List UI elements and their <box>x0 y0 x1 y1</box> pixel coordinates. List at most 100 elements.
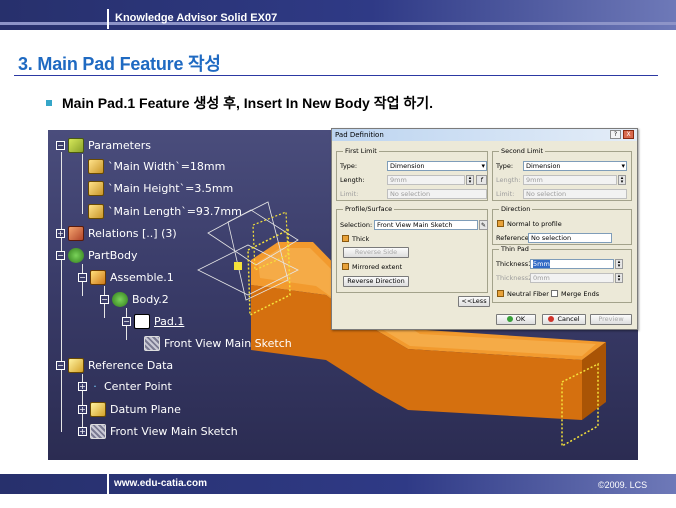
footer-copyright: ©2009. LCS <box>598 480 648 490</box>
tree-label: Parameters <box>88 139 151 152</box>
thickness1-spinner[interactable]: ▴ ▾ <box>615 259 623 269</box>
limit-label: Limit: <box>340 190 359 198</box>
merge-ends-checkbox[interactable] <box>551 290 558 297</box>
thin-pad-group: Thin Pad Thickness1: 5mm ▴ ▾ Thickness2: … <box>492 245 632 303</box>
tree-label: Body.2 <box>132 293 169 306</box>
dialog-title: Pad Definition <box>332 129 637 141</box>
slide-title: 3. Main Pad Feature 작성 <box>18 54 221 74</box>
tree-node-reference-data[interactable]: − Reference Data <box>56 358 173 373</box>
parameter-icon <box>88 181 104 196</box>
type-label: Type: <box>496 162 514 170</box>
cancel-label: Cancel <box>557 315 580 323</box>
thick-label: Thick <box>352 235 370 243</box>
thick-checkbox[interactable] <box>342 235 349 242</box>
first-limit-group: First Limit Type: Dimension Length: 9mm … <box>336 147 488 201</box>
expand-toggle[interactable]: + <box>78 382 87 391</box>
pad-icon <box>134 314 150 329</box>
tree-node-center-point[interactable]: + · Center Point <box>78 380 172 393</box>
ok-icon <box>506 316 513 322</box>
second-length-field[interactable]: 9mm <box>523 175 617 185</box>
tree-label: PartBody <box>88 249 138 262</box>
relations-icon <box>68 226 84 241</box>
tree-label: `Main Height`=3.5mm <box>108 182 234 195</box>
tree-node-pad1[interactable]: − Pad.1 <box>122 314 184 329</box>
group-label: Second Limit <box>499 147 546 155</box>
tree-node-datum-plane[interactable]: + Datum Plane <box>78 402 181 417</box>
first-length-spinner[interactable]: ▴ ▾ <box>466 175 474 185</box>
thickness2-spinner[interactable]: ▴ ▾ <box>615 273 623 283</box>
expand-toggle[interactable]: + <box>78 427 87 436</box>
header-divider <box>107 9 109 29</box>
expand-toggle[interactable]: + <box>78 405 87 414</box>
thickness1-value: 5mm <box>533 260 550 268</box>
header-bar: Knowledge Advisor Solid EX07 <box>0 0 676 30</box>
selection-label: Selection: <box>340 221 373 229</box>
pad-definition-dialog: Pad Definition ? X First Limit Type: Dim… <box>331 128 638 330</box>
group-label: Direction <box>499 205 533 213</box>
plane-icon <box>90 402 106 417</box>
formula-icon[interactable]: f <box>476 175 487 185</box>
reverse-direction-button[interactable]: Reverse Direction <box>343 276 409 287</box>
second-type-dropdown[interactable]: Dimension <box>523 161 627 171</box>
thickness2-field[interactable]: 0mm <box>530 273 614 283</box>
reverse-side-button[interactable]: Reverse Side <box>343 247 409 258</box>
tree-node-parameters[interactable]: − Parameters <box>56 138 151 153</box>
direction-reference-field[interactable]: No selection <box>528 233 612 243</box>
expand-toggle[interactable]: + <box>56 229 65 238</box>
tree-node-main-width[interactable]: `Main Width`=18mm <box>88 159 225 174</box>
tree-node-main-length[interactable]: `Main Length`=93.7mm <box>88 204 242 219</box>
first-length-field[interactable]: 9mm <box>387 175 465 185</box>
normal-to-profile-checkbox[interactable] <box>497 220 504 227</box>
group-label: Profile/Surface <box>343 205 395 213</box>
tree-node-partbody[interactable]: − PartBody <box>56 248 137 263</box>
profile-surface-group: Profile/Surface Selection: Front View Ma… <box>336 205 488 293</box>
tree-node-front-sketch-ref[interactable]: + Front View Main Sketch <box>78 424 238 439</box>
bullet-item: Main Pad.1 Feature 생성 후, Insert In New B… <box>46 93 433 113</box>
close-button[interactable]: X <box>623 130 634 139</box>
preview-button[interactable]: Preview <box>590 314 632 325</box>
tree-label: Datum Plane <box>110 403 181 416</box>
length-label: Length: <box>340 176 365 184</box>
ok-button[interactable]: OK <box>496 314 536 325</box>
tree-node-relations[interactable]: + Relations [..] (3) <box>56 226 177 241</box>
mirrored-extent-label: Mirrored extent <box>352 263 403 271</box>
neutral-fiber-checkbox[interactable] <box>497 290 504 297</box>
first-type-dropdown[interactable]: Dimension <box>387 161 487 171</box>
parameter-icon <box>88 159 104 174</box>
sketch-edit-icon[interactable]: ✎ <box>479 220 488 230</box>
second-limit-field[interactable]: No selection <box>523 189 627 199</box>
help-button[interactable]: ? <box>610 130 621 139</box>
point-icon: · <box>93 379 97 393</box>
tree-label: Center Point <box>104 380 172 393</box>
tree-node-main-height[interactable]: `Main Height`=3.5mm <box>88 181 233 196</box>
tree-node-body2[interactable]: − Body.2 <box>100 292 169 307</box>
thickness1-field[interactable]: 5mm <box>530 259 614 269</box>
tree-node-front-sketch[interactable]: Front View Main Sketch <box>144 336 292 351</box>
first-limit-field[interactable]: No selection <box>387 189 487 199</box>
tree-label: Front View Main Sketch <box>110 425 238 438</box>
neutral-fiber-label: Neutral Fiber <box>507 290 549 298</box>
collapse-toggle[interactable]: − <box>100 295 109 304</box>
tree-label: Front View Main Sketch <box>164 337 292 350</box>
less-button[interactable]: <<Less <box>458 296 490 307</box>
tree-label: `Main Length`=93.7mm <box>108 205 242 218</box>
tree-node-assemble[interactable]: − Assemble.1 <box>78 270 174 285</box>
collapse-toggle[interactable]: − <box>56 361 65 370</box>
tree-label: `Main Width`=18mm <box>108 160 226 173</box>
thickness1-label: Thickness1: <box>496 260 535 268</box>
second-length-spinner[interactable]: ▴ ▾ <box>618 175 626 185</box>
collapse-toggle[interactable]: − <box>78 273 87 282</box>
collapse-toggle[interactable]: − <box>122 317 131 326</box>
mirrored-extent-checkbox[interactable] <box>342 263 349 270</box>
tree-label: Relations [..] (3) <box>88 227 177 240</box>
geometrical-set-icon <box>68 358 84 373</box>
profile-selection-field[interactable]: Front View Main Sketch <box>374 220 478 230</box>
bullet-marker <box>46 100 52 106</box>
collapse-toggle[interactable]: − <box>56 141 65 150</box>
normal-to-profile-label: Normal to profile <box>507 220 562 228</box>
group-label: Thin Pad <box>499 245 531 253</box>
collapse-toggle[interactable]: − <box>56 251 65 260</box>
cancel-button[interactable]: Cancel <box>542 314 586 325</box>
body-icon <box>112 292 128 307</box>
group-label: First Limit <box>343 147 379 155</box>
